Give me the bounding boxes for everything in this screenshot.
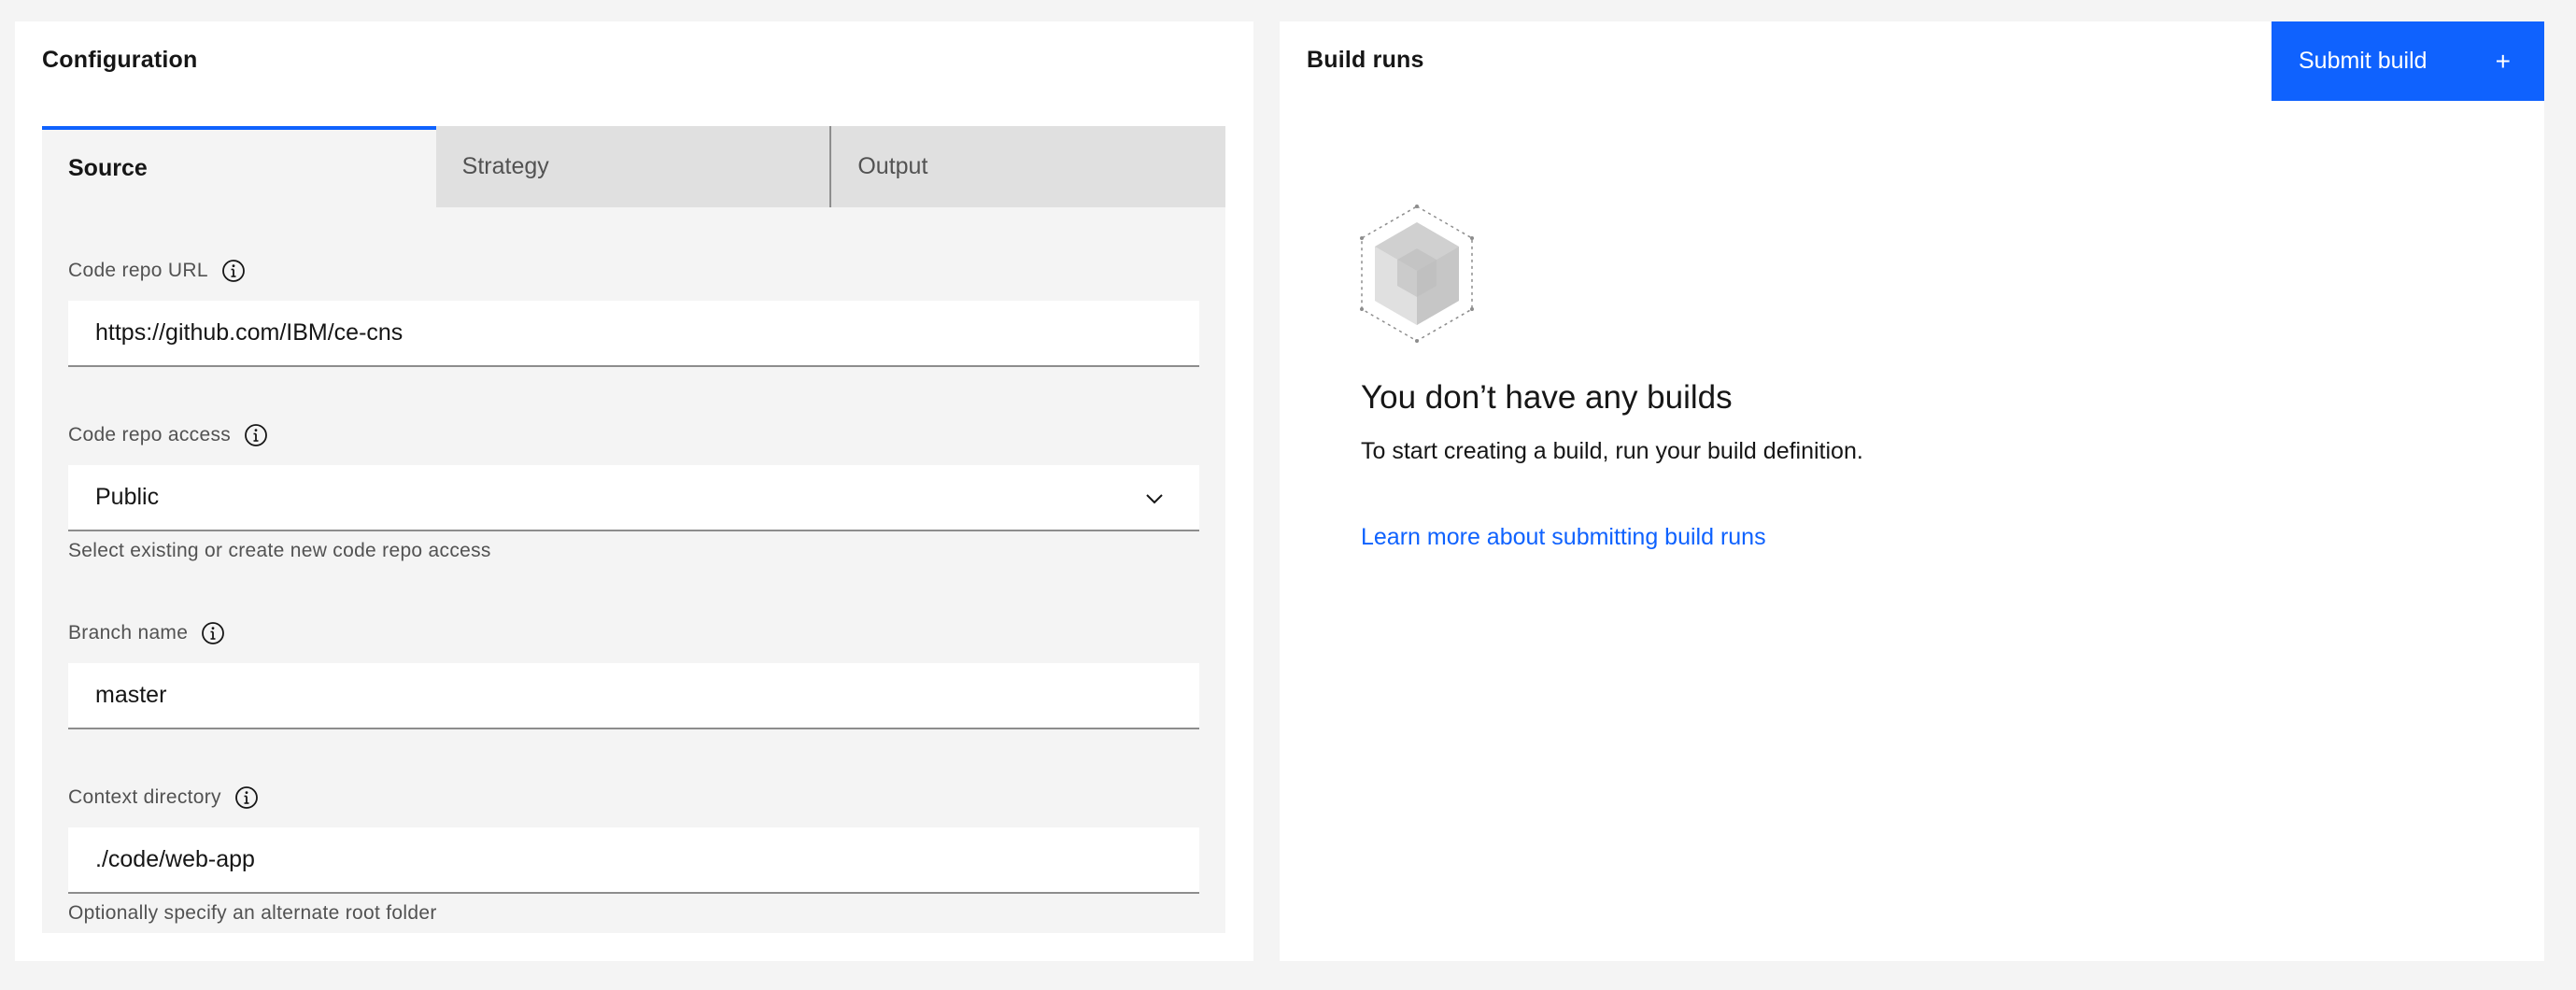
code-repo-url-label: Code repo URL xyxy=(68,260,208,281)
information-icon[interactable] xyxy=(201,621,225,645)
code-repo-url-input[interactable]: https://github.com/IBM/ce-cns xyxy=(68,301,1199,367)
add-icon: + xyxy=(2495,46,2511,76)
code-repo-access-helper: Select existing or create new code repo … xyxy=(68,540,491,561)
code-repo-access-label-row: Code repo access xyxy=(68,423,268,447)
configuration-title: Configuration xyxy=(42,47,198,73)
submit-build-button[interactable]: Submit build + xyxy=(2272,21,2544,101)
tab-source[interactable]: Source xyxy=(42,126,436,207)
branch-name-input[interactable]: master xyxy=(68,663,1199,729)
configuration-panel: Configuration Source Strategy Output Cod… xyxy=(15,21,1253,961)
build-runs-title: Build runs xyxy=(1307,47,1424,73)
empty-state-description: To start creating a build, run your buil… xyxy=(1361,438,1863,464)
empty-state-title: You don’t have any builds xyxy=(1361,379,1733,416)
code-repo-url-label-row: Code repo URL xyxy=(68,259,246,283)
information-icon[interactable] xyxy=(244,423,268,447)
context-directory-helper: Optionally specify an alternate root fol… xyxy=(68,902,437,924)
source-tab-panel: Code repo URL https://github.com/IBM/ce-… xyxy=(42,207,1225,933)
code-repo-access-label: Code repo access xyxy=(68,424,232,446)
build-runs-panel: Build runs Submit build + You don’t have… xyxy=(1280,21,2544,961)
information-icon[interactable] xyxy=(221,259,246,283)
context-directory-label: Context directory xyxy=(68,786,221,808)
context-directory-label-row: Context directory xyxy=(68,785,259,810)
information-icon[interactable] xyxy=(234,785,259,810)
configuration-tabs: Source Strategy Output xyxy=(42,126,1226,207)
code-repo-access-value: Public xyxy=(95,484,160,510)
learn-more-link[interactable]: Learn more about submitting build runs xyxy=(1361,524,1766,551)
tab-output[interactable]: Output xyxy=(829,126,1226,207)
empty-state-cube-icon xyxy=(1360,205,1474,343)
context-directory-input[interactable]: ./code/web-app xyxy=(68,827,1199,894)
code-repo-access-select[interactable]: Public xyxy=(68,465,1199,531)
tab-strategy[interactable]: Strategy xyxy=(435,126,830,207)
submit-build-label: Submit build xyxy=(2299,48,2427,74)
branch-name-label: Branch name xyxy=(68,622,189,644)
branch-name-label-row: Branch name xyxy=(68,621,225,645)
chevron-down-icon xyxy=(1146,494,1163,504)
